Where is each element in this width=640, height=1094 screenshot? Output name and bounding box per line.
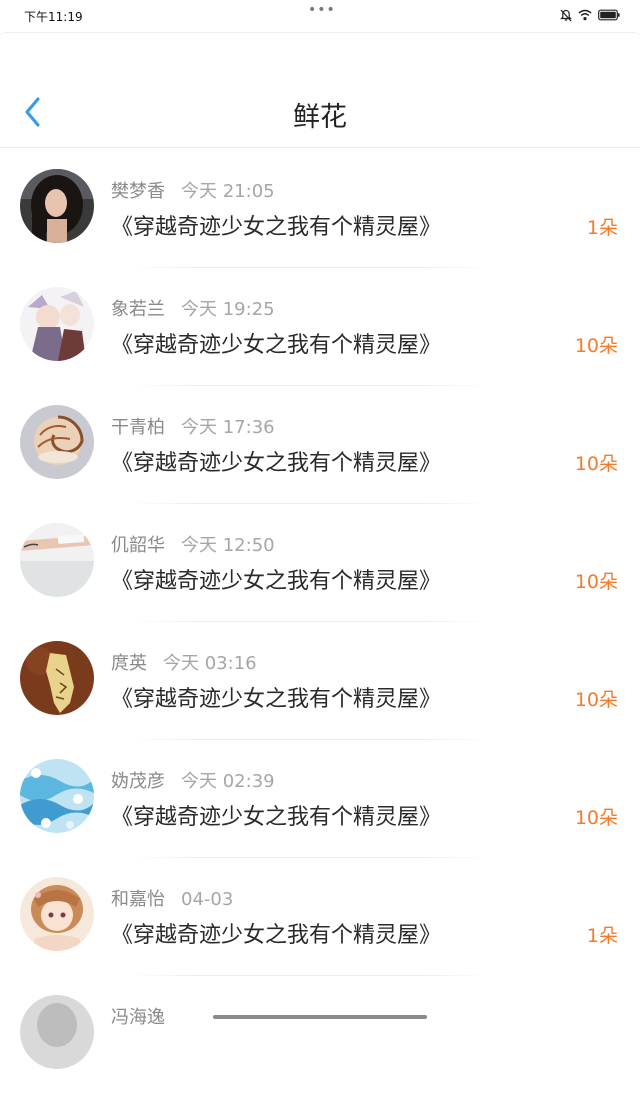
list-item[interactable]: 樊梦香 今天 21:05 《穿越奇迹少女之我有个精灵屋》 1朵 [0, 150, 640, 268]
timestamp: 今天 21:05 [181, 181, 275, 202]
timestamp: 今天 17:36 [181, 417, 275, 438]
status-bar: 下午11:19 ••• [0, 0, 640, 32]
timestamp: 今天 12:50 [181, 535, 275, 556]
avatar-image [20, 169, 94, 243]
flower-count: 10朵 [574, 453, 618, 475]
timestamp: 今天 03:16 [163, 653, 257, 674]
flower-count: 10朵 [574, 571, 618, 593]
book-title: 《穿越奇迹少女之我有个精灵屋》 [111, 569, 442, 594]
window-handle-dots[interactable]: ••• [308, 2, 336, 18]
avatar-image [20, 405, 94, 479]
list-item[interactable]: 仉韶华 今天 12:50 《穿越奇迹少女之我有个精灵屋》 10朵 [0, 504, 640, 622]
avatar-image [20, 759, 94, 833]
book-title: 《穿越奇迹少女之我有个精灵屋》 [111, 687, 442, 712]
timestamp: 04-03 [181, 889, 234, 910]
status-time: 下午11:19 [24, 10, 83, 24]
nav-bar: 鲜花 [0, 32, 640, 148]
page-title: 鲜花 [293, 102, 347, 133]
user-name: 干青柏 [111, 417, 165, 438]
bell-muted-icon [560, 9, 572, 21]
timestamp: 今天 19:25 [181, 299, 275, 320]
list-item[interactable]: 干青柏 今天 17:36 《穿越奇迹少女之我有个精灵屋》 10朵 [0, 386, 640, 504]
avatar-image [20, 287, 94, 361]
user-name: 冯海逸 [111, 1007, 165, 1028]
user-name: 象若兰 [111, 299, 165, 320]
avatar[interactable] [20, 405, 94, 479]
user-name: 妫茂彦 [111, 771, 165, 792]
book-title: 《穿越奇迹少女之我有个精灵屋》 [111, 215, 442, 240]
flower-count: 10朵 [574, 689, 618, 711]
user-name: 仉韶华 [111, 535, 165, 556]
flower-count: 1朵 [586, 217, 618, 239]
battery-icon [598, 9, 620, 21]
status-icons [560, 8, 620, 22]
home-indicator[interactable] [213, 1015, 427, 1019]
book-title: 《穿越奇迹少女之我有个精灵屋》 [111, 805, 442, 830]
book-title: 《穿越奇迹少女之我有个精灵屋》 [111, 923, 442, 948]
user-name: 樊梦香 [111, 181, 165, 202]
avatar-image [20, 641, 94, 715]
wifi-icon [578, 9, 592, 21]
avatar[interactable] [20, 759, 94, 833]
book-title: 《穿越奇迹少女之我有个精灵屋》 [111, 333, 442, 358]
list-item[interactable]: 和嘉怡 04-03 《穿越奇迹少女之我有个精灵屋》 1朵 [0, 858, 640, 976]
user-name: 和嘉怡 [111, 889, 165, 910]
flower-count: 10朵 [574, 335, 618, 357]
list-item[interactable]: 冯海逸 [0, 976, 640, 1094]
flower-record-list: 樊梦香 今天 21:05 《穿越奇迹少女之我有个精灵屋》 1朵 象若兰 今天 19:… [0, 150, 640, 1094]
list-item[interactable]: 妫茂彦 今天 02:39 《穿越奇迹少女之我有个精灵屋》 10朵 [0, 740, 640, 858]
book-title: 《穿越奇迹少女之我有个精灵屋》 [111, 451, 442, 476]
avatar[interactable] [20, 523, 94, 597]
avatar[interactable] [20, 287, 94, 361]
flower-count: 1朵 [586, 925, 618, 947]
avatar[interactable] [20, 995, 94, 1069]
flower-count: 10朵 [574, 807, 618, 829]
timestamp: 今天 02:39 [181, 771, 275, 792]
list-item[interactable]: 象若兰 今天 19:25 《穿越奇迹少女之我有个精灵屋》 10朵 [0, 268, 640, 386]
avatar[interactable] [20, 641, 94, 715]
user-name: 庹英 [111, 653, 147, 674]
avatar[interactable] [20, 169, 94, 243]
avatar-image [20, 995, 94, 1069]
avatar-image [20, 877, 94, 951]
avatar[interactable] [20, 877, 94, 951]
avatar-image [20, 523, 94, 597]
list-item[interactable]: 庹英 今天 03:16 《穿越奇迹少女之我有个精灵屋》 10朵 [0, 622, 640, 740]
